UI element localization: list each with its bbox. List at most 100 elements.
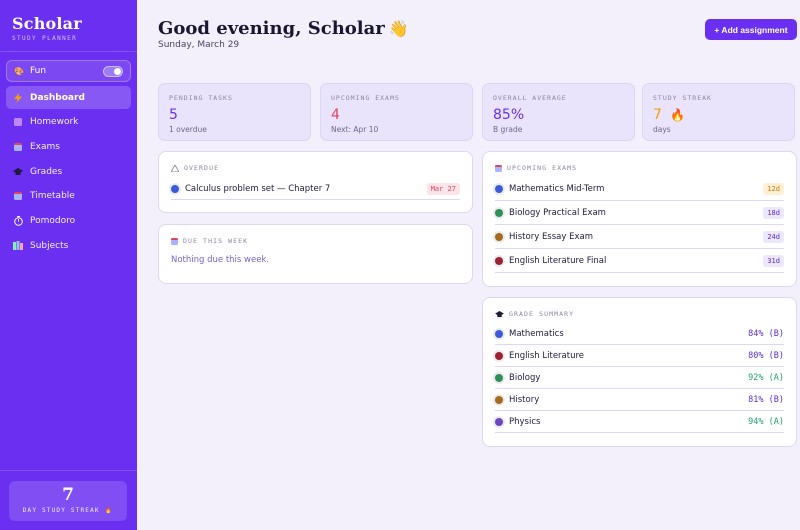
stat-value: 7 🔥 [653, 107, 686, 123]
stat-label: STUDY STREAK [653, 94, 712, 102]
grade-value: 92% (A) [748, 372, 784, 383]
grade-value: 94% (A) [748, 416, 784, 427]
exam-name: History Essay Exam [509, 231, 593, 242]
sidebar-item-label: Pomodoro [30, 215, 76, 226]
overdue-item[interactable]: Calculus problem set — Chapter 7 Mar 27 [171, 178, 460, 200]
subject-name: Biology [509, 372, 541, 383]
subject-dot [495, 329, 503, 338]
panel-title: GRADE SUMMARY [495, 310, 784, 318]
days-remaining-badge: 24d [763, 230, 784, 243]
subject-dot [495, 417, 503, 426]
stat-value: 5 [169, 107, 178, 123]
stat-label: UPCOMING EXAMS [331, 94, 400, 102]
calendar-icon [13, 191, 23, 201]
subject-dot [495, 351, 503, 360]
calendar-icon [495, 164, 502, 172]
stat-label: PENDING TASKS [169, 94, 233, 102]
wave-hand-icon: 👋 [388, 19, 409, 38]
sidebar-item-label: Homework [30, 117, 79, 128]
stat-subtext: days [653, 125, 671, 134]
days-remaining-badge: 12d [763, 182, 784, 195]
subject-dot [171, 184, 179, 193]
grade-item[interactable]: Physics 94% (A) [495, 411, 784, 433]
sidebar-item-label: Exams [30, 141, 60, 152]
stat-value: 85% [493, 107, 525, 123]
empty-state-text: Nothing due this week. [171, 255, 270, 265]
exam-item[interactable]: English Literature Final 31d [495, 249, 784, 273]
exam-name: Mathematics Mid-Term [509, 183, 605, 194]
sidebar-item-exams[interactable]: Exams [6, 135, 131, 158]
stat-card-upcoming-exams[interactable]: UPCOMING EXAMS 4 Next: Apr 10 [320, 83, 473, 141]
stat-subtext: Next: Apr 10 [331, 125, 379, 134]
mode-switch[interactable] [103, 65, 123, 77]
overdue-date-badge: Mar 27 [426, 182, 460, 195]
days-remaining-badge: 31d [763, 254, 784, 267]
sidebar-item-timetable[interactable]: Timetable [6, 185, 131, 208]
grade-item[interactable]: History 81% (B) [495, 389, 784, 411]
stat-card-pending-tasks[interactable]: PENDING TASKS 5 1 overdue [158, 83, 311, 141]
bolt-icon [13, 92, 23, 103]
book-icon [13, 117, 23, 127]
stat-card-study-streak[interactable]: STUDY STREAK 7 🔥 days [642, 83, 795, 141]
grade-item[interactable]: Mathematics 84% (B) [495, 323, 784, 345]
sidebar-nav: Dashboard Homework Exams Grades Timetabl… [6, 86, 131, 259]
stat-card-overall-average[interactable]: OVERALL AVERAGE 85% B grade [482, 83, 635, 141]
grade-value: 81% (B) [748, 394, 784, 405]
upcoming-exams-panel: UPCOMING EXAMS Mathematics Mid-Term 12d … [482, 151, 797, 287]
streak-summary: 7 DAY STUDY STREAK 🔥 [9, 481, 127, 521]
palette-icon: 🎨 [14, 66, 24, 76]
fire-icon: 🔥 [670, 108, 686, 122]
subject-dot [495, 395, 503, 404]
due-this-week-panel: DUE THIS WEEK Nothing due this week. [158, 224, 473, 284]
sidebar-item-pomodoro[interactable]: Pomodoro [6, 209, 131, 232]
subject-dot [495, 208, 503, 217]
task-name: Calculus problem set — Chapter 7 [185, 183, 331, 194]
subject-dot [495, 232, 503, 241]
mode-label: Fun [29, 66, 47, 76]
stat-subtext: B grade [493, 125, 523, 134]
sidebar-divider [0, 470, 137, 471]
sidebar-item-subjects[interactable]: Subjects [6, 234, 131, 257]
grade-item[interactable]: Biology 92% (A) [495, 367, 784, 389]
calendar-icon [171, 237, 178, 245]
fire-icon: 🔥 [104, 507, 114, 514]
sidebar-item-label: Dashboard [30, 92, 85, 103]
calendar-icon [13, 142, 23, 152]
subject-name: Physics [509, 416, 541, 427]
subject-dot [495, 373, 503, 382]
streak-count: 7 [62, 485, 74, 505]
stat-value: 4 [331, 107, 340, 123]
fun-mode-toggle[interactable]: 🎨 Fun [6, 60, 131, 82]
sidebar-item-grades[interactable]: Grades [6, 160, 131, 183]
exam-item[interactable]: Mathematics Mid-Term 12d [495, 177, 784, 201]
exam-name: English Literature Final [509, 255, 607, 266]
switch-knob [114, 67, 121, 75]
grade-summary-panel: GRADE SUMMARY Mathematics 84% (B) Englis… [482, 297, 797, 447]
subject-dot [495, 256, 503, 265]
stat-subtext: 1 overdue [169, 125, 207, 134]
current-date: Sunday, March 29 [158, 40, 240, 50]
sidebar-divider [0, 51, 137, 52]
sidebar-item-dashboard[interactable]: Dashboard [6, 86, 131, 109]
brand[interactable]: Scholar STUDY PLANNER [12, 14, 82, 42]
brand-name: Scholar [12, 14, 82, 33]
overdue-panel: OVERDUE Calculus problem set — Chapter 7… [158, 151, 473, 213]
brand-subtitle: STUDY PLANNER [12, 35, 78, 42]
grade-value: 84% (B) [748, 328, 784, 339]
exam-item[interactable]: Biology Practical Exam 18d [495, 201, 784, 225]
grade-value: 80% (B) [748, 350, 784, 361]
streak-label: DAY STUDY STREAK 🔥 [22, 507, 114, 514]
grad-cap-icon [495, 310, 504, 318]
exam-item[interactable]: History Essay Exam 24d [495, 225, 784, 249]
sidebar-item-label: Grades [30, 166, 63, 177]
books-icon [13, 241, 23, 251]
add-assignment-button[interactable]: + Add assignment [705, 19, 797, 40]
grad-cap-icon [13, 167, 23, 177]
panel-title: DUE THIS WEEK [171, 237, 460, 245]
grade-item[interactable]: English Literature 80% (B) [495, 345, 784, 367]
subject-dot [495, 184, 503, 193]
days-remaining-badge: 18d [763, 206, 784, 219]
sidebar-item-homework[interactable]: Homework [6, 111, 131, 134]
panel-title: OVERDUE [171, 164, 460, 172]
stat-label: OVERALL AVERAGE [493, 94, 567, 102]
